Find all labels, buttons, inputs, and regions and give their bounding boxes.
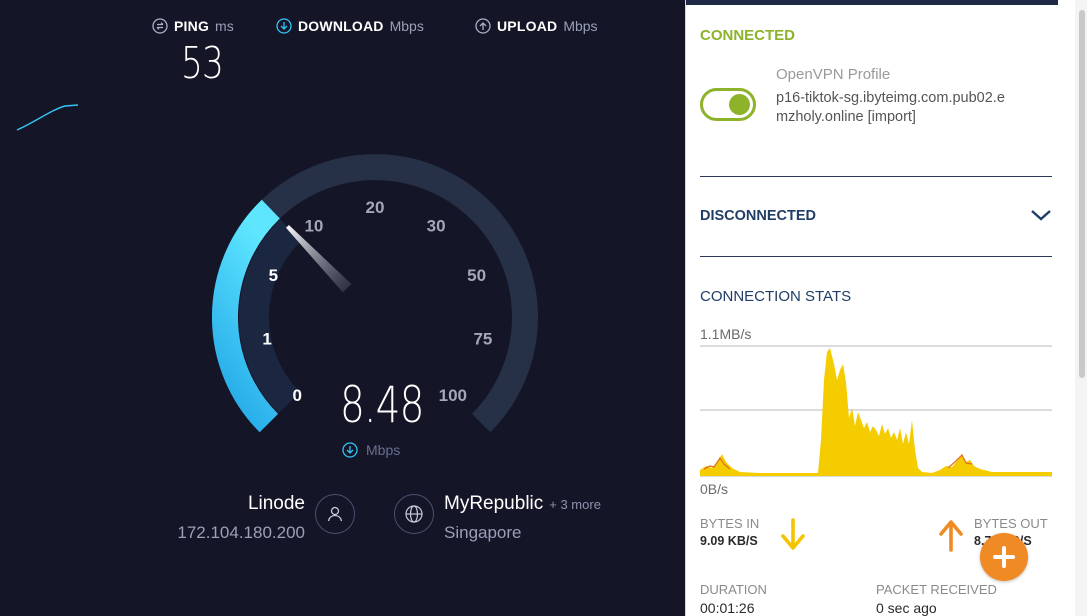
connection-stats-title: CONNECTION STATS [700, 288, 852, 305]
download-label: DOWNLOAD [298, 18, 384, 34]
upload-label: UPLOAD [497, 18, 558, 34]
packet-received-label: PACKET RECEIVED [876, 582, 997, 597]
vpn-toggle[interactable] [700, 88, 756, 121]
plus-icon [993, 546, 1015, 568]
add-profile-button[interactable] [980, 533, 1028, 581]
download-sparkline [16, 104, 79, 131]
scrollbar-thumb[interactable] [1079, 10, 1085, 378]
packet-received-value: 0 sec ago [876, 600, 937, 616]
download-metric-header: DOWNLOAD Mbps [276, 18, 424, 34]
ping-label: PING [174, 18, 210, 34]
arrow-down-icon [781, 518, 805, 550]
server-name: Linode [247, 493, 305, 514]
globe-icon [405, 505, 423, 523]
download-unit: Mbps [389, 18, 424, 34]
gauge-tick-5: 5 [269, 266, 278, 285]
upload-metric-header: UPLOAD Mbps [475, 18, 598, 34]
duration-value: 00:01:26 [700, 600, 755, 616]
isp-info[interactable]: MyRepublic + 3 more Singapore [444, 493, 601, 543]
arrow-up-icon [939, 520, 963, 552]
gauge-tick-20: 20 [366, 198, 385, 217]
server-user-button[interactable] [315, 494, 355, 534]
speed-unit-label: Mbps [366, 442, 401, 458]
gauge-tick-30: 30 [427, 217, 446, 236]
server-info[interactable]: Linode 172.104.180.200 [175, 493, 305, 543]
divider [700, 256, 1052, 257]
isp-globe-button[interactable] [394, 494, 434, 534]
ping-value: 53 [181, 38, 224, 89]
gauge-tick-labels: 0 1 5 10 20 30 50 75 100 [262, 198, 492, 405]
gauge-tick-100: 100 [439, 386, 467, 405]
chevron-down-icon[interactable] [1030, 207, 1052, 223]
download-arrow-icon [342, 442, 358, 458]
user-icon [327, 506, 343, 522]
isp-more-link[interactable]: + 3 more [549, 497, 601, 512]
disconnected-section-label[interactable]: DISCONNECTED [700, 208, 816, 224]
isp-name: MyRepublic [444, 493, 544, 514]
panel-scrollbar[interactable] [1075, 0, 1087, 616]
upload-arrow-icon [475, 18, 491, 34]
gauge-tick-10: 10 [304, 217, 323, 236]
download-arrow-icon [276, 18, 292, 34]
chart-min-label: 0B/s [700, 481, 729, 497]
connection-status: CONNECTED [700, 27, 796, 44]
isp-location: Singapore [444, 523, 522, 542]
traffic-in-area [700, 348, 1052, 476]
bytes-out-label: BYTES OUT [974, 516, 1048, 531]
server-ip: 172.104.180.200 [177, 523, 305, 542]
profile-name: p16-tiktok-sg.ibyteimg.com.pub02.emzholy… [776, 90, 1005, 125]
bytes-in-value: 9.09 KB/S [700, 534, 758, 548]
speed-unit-row: Mbps [342, 442, 400, 458]
gauge-tick-0: 0 [292, 386, 301, 405]
gauge-tick-1: 1 [262, 330, 271, 349]
traffic-chart [700, 345, 1052, 477]
speedtest-panel: PING ms DOWNLOAD Mbps UPLOAD Mbps 53 0 1… [0, 0, 685, 616]
ping-unit: ms [215, 18, 234, 34]
upload-unit: Mbps [563, 18, 598, 34]
profile-caption: OpenVPN Profile [776, 66, 891, 83]
bytes-in-label: BYTES IN [700, 516, 760, 531]
panel-top-bar [686, 0, 1058, 5]
divider [700, 176, 1052, 177]
gauge-tick-50: 50 [467, 266, 486, 285]
duration-label: DURATION [700, 582, 767, 597]
ping-icon [152, 18, 168, 34]
gauge-tick-75: 75 [473, 330, 492, 349]
toggle-knob [729, 94, 750, 115]
download-speed-value: 8.48 [340, 376, 424, 434]
ping-metric-header: PING ms [152, 18, 234, 34]
vpn-panel: CONNECTED OpenVPN Profile p16-tiktok-sg.… [685, 0, 1087, 616]
